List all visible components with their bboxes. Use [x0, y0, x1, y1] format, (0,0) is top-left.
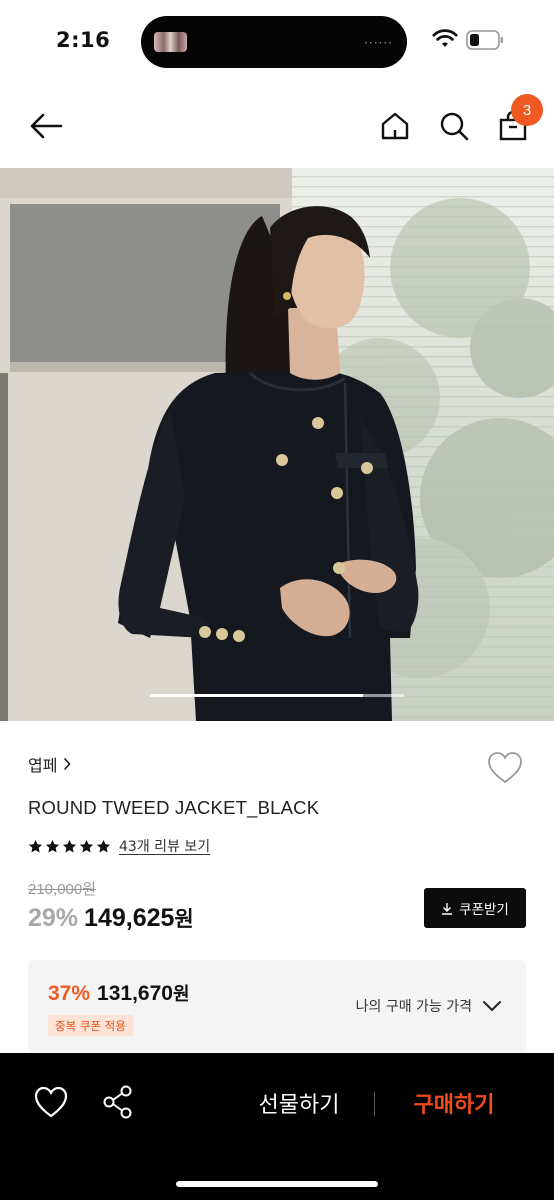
search-button[interactable] [434, 104, 474, 148]
chevron-right-icon [64, 757, 72, 771]
get-coupon-label: 쿠폰받기 [459, 902, 509, 918]
now-playing-thumbnail [154, 32, 187, 52]
heart-icon [488, 752, 522, 784]
sale-price-unit: 원 [174, 907, 194, 931]
bottom-divider [374, 1092, 375, 1116]
price-row: 29% 149,625원 [28, 903, 194, 933]
my-price-row: 37% 131,670원 [48, 980, 190, 1006]
star-icon [79, 839, 94, 852]
my-price-unit: 원 [172, 984, 190, 1005]
my-price-amount: 131,670 [97, 982, 173, 1005]
cart-button[interactable]: 3 [493, 94, 543, 148]
my-price-toggle[interactable]: 나의 구매 가능 가격 [356, 996, 502, 1016]
dynamic-island: ······ [141, 16, 407, 68]
top-nav-bar: 3 [0, 92, 554, 160]
get-coupon-button[interactable]: 쿠폰받기 [424, 888, 526, 928]
heart-icon [34, 1086, 68, 1118]
gift-button[interactable]: 선물하기 [240, 1087, 358, 1119]
star-icon [45, 839, 60, 852]
rating-row: 43개 리뷰 보기 [28, 836, 210, 856]
wishlist-button[interactable] [486, 750, 524, 786]
duplicate-coupon-tag: 중복 쿠폰 적용 [48, 1015, 133, 1036]
sale-price-group: 149,625원 [84, 903, 194, 933]
battery-icon [466, 30, 503, 50]
product-photo [0, 168, 554, 721]
image-progress-fill [150, 694, 364, 697]
arrow-left-icon [30, 113, 63, 139]
buy-button[interactable]: 구매하기 [396, 1087, 512, 1119]
image-progress-bar [150, 694, 404, 697]
home-icon [381, 112, 409, 140]
back-button[interactable] [26, 104, 66, 148]
my-price-panel[interactable]: 37% 131,670원 중복 쿠폰 적용 나의 구매 가능 가격 [28, 960, 526, 1052]
my-price-group: 131,670원 [97, 980, 189, 1006]
bottom-action-bar: 선물하기 구매하기 [0, 1053, 554, 1200]
review-link[interactable]: 43개 리뷰 보기 [119, 836, 210, 856]
discount-rate: 29% [28, 904, 79, 932]
download-icon [442, 902, 453, 915]
star-icon [96, 839, 111, 852]
brand-name: 엽페 [28, 756, 58, 775]
product-name: ROUND TWEED JACKET_BLACK [28, 797, 320, 818]
chevron-down-icon [483, 1001, 501, 1011]
search-icon [440, 112, 469, 141]
bottom-wishlist-button[interactable] [32, 1083, 70, 1121]
status-bar: 2:16 ······ [0, 0, 554, 84]
home-indicator [176, 1181, 378, 1187]
cart-count-badge: 3 [511, 94, 543, 126]
home-button[interactable] [375, 104, 415, 148]
my-discount-rate: 37% [48, 982, 91, 1005]
original-price: 210,000원 [28, 881, 97, 898]
share-icon [103, 1085, 132, 1119]
share-button[interactable] [100, 1083, 138, 1121]
wifi-icon [432, 29, 458, 47]
rating-stars [28, 839, 111, 854]
product-image[interactable] [0, 168, 554, 721]
status-time: 2:16 [56, 28, 111, 52]
star-icon [28, 839, 43, 852]
island-dots-icon: ······ [364, 36, 393, 50]
my-price-toggle-label: 나의 구매 가능 가격 [355, 999, 472, 1015]
brand-link[interactable]: 엽페 [28, 752, 72, 776]
star-icon [62, 839, 77, 852]
sale-price: 149,625 [84, 904, 175, 932]
